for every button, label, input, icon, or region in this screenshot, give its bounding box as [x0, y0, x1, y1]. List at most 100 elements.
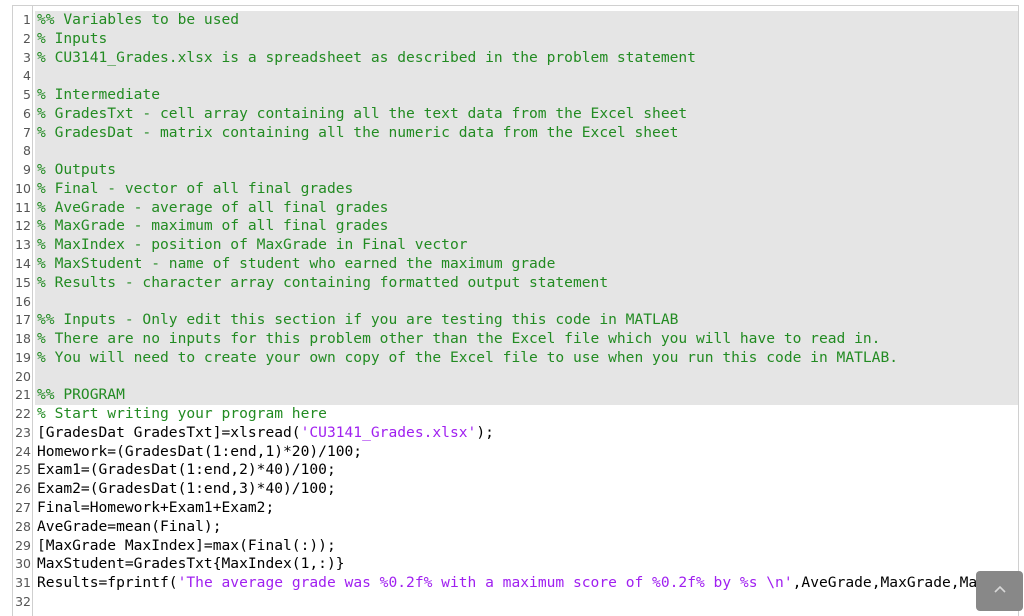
line-number: 5 [23, 87, 31, 103]
code-text[interactable] [35, 142, 1018, 162]
comment-token: % CU3141_Grades.xlsx is a spreadsheet as… [37, 48, 696, 66]
code-text[interactable]: % There are no inputs for this problem o… [35, 330, 1018, 349]
code-text[interactable]: % MaxGrade - maximum of all final grades [35, 217, 1018, 237]
code-text[interactable]: % Results - character array containing f… [35, 273, 1018, 293]
code-line[interactable]: 32 [13, 593, 1018, 612]
line-number: 28 [15, 518, 31, 534]
code-line[interactable]: 26 Exam2=(GradesDat(1:end,3)*40)/100; [13, 480, 1018, 499]
code-line[interactable]: 4 [13, 67, 1018, 87]
comment-token: % Inputs [37, 29, 108, 47]
code-text[interactable]: % CU3141_Grades.xlsx is a spreadsheet as… [35, 48, 1018, 68]
code-line[interactable]: 23 [GradesDat GradesTxt]=xlsread('CU3141_… [13, 424, 1018, 443]
code-line[interactable]: 31 Results=fprintf('The average grade was… [13, 574, 1018, 593]
code-line[interactable]: 19 % You will need to create your own cop… [13, 348, 1018, 368]
code-text[interactable]: % MaxIndex - position of MaxGrade in Fin… [35, 236, 1018, 256]
code-line[interactable]: 30 MaxStudent=GradesTxt{MaxIndex(1,:)} [13, 555, 1018, 574]
line-number: 1 [23, 12, 31, 27]
code-line[interactable]: 20 [13, 367, 1018, 387]
code-line[interactable]: 12 % MaxGrade - maximum of all final grad… [13, 217, 1018, 237]
code-text[interactable]: [MaxGrade MaxIndex]=max(Final(:)); [35, 537, 1018, 556]
code-text[interactable]: % Final - vector of all final grades [35, 179, 1018, 199]
line-number: 31 [15, 575, 31, 591]
line-number: 11 [15, 199, 31, 215]
chevron-up-icon [993, 585, 1006, 593]
code-text[interactable] [35, 292, 1018, 312]
code-line[interactable]: 3 % CU3141_Grades.xlsx is a spreadsheet a… [13, 48, 1018, 68]
code-line[interactable]: 25 Exam1=(GradesDat(1:end,2)*40)/100; [13, 461, 1018, 480]
code-text[interactable]: Results=fprintf('The average grade was %… [35, 574, 1018, 593]
line-number: 10 [15, 180, 31, 196]
comment-token: % Results - character array containing f… [37, 273, 609, 291]
code-text[interactable] [35, 593, 1018, 612]
string-token: 'The average grade was %0.2f% with a max… [177, 574, 793, 592]
plain-token: [GradesDat GradesTxt]=xlsread( [37, 423, 301, 441]
code-line[interactable]: 2 % Inputs [13, 29, 1018, 49]
code-text[interactable]: % GradesDat - matrix containing all the … [35, 123, 1018, 143]
code-text[interactable]: % Outputs [35, 161, 1018, 180]
code-text[interactable]: MaxStudent=GradesTxt{MaxIndex(1,:)} [35, 555, 1018, 574]
code-line[interactable]: 27 Final=Homework+Exam1+Exam2; [13, 499, 1018, 518]
code-text[interactable]: %% Inputs - Only edit this section if yo… [35, 311, 1018, 331]
line-number: 3 [23, 49, 31, 65]
plain-token: Exam1=(GradesDat(1:end,2)*40)/100; [37, 461, 336, 479]
code-line[interactable]: 15 % Results - character array containing… [13, 273, 1018, 293]
comment-token: %% Variables to be used [37, 11, 240, 28]
code-line[interactable]: 29 [MaxGrade MaxIndex]=max(Final(:)); [13, 537, 1018, 556]
comment-token: % GradesTxt - cell array containing all … [37, 104, 688, 122]
code-line[interactable]: 21 %% PROGRAM [13, 386, 1018, 406]
code-line[interactable]: 13 % MaxIndex - position of MaxGrade in F… [13, 236, 1018, 256]
code-text[interactable]: %% PROGRAM [35, 386, 1018, 406]
line-number: 22 [15, 406, 31, 422]
line-number: 12 [15, 218, 31, 234]
code-line[interactable]: 6 % GradesTxt - cell array containing all… [13, 104, 1018, 124]
code-editor[interactable]: 1 %% Variables to be used 2 % Inputs 3 % CU31… [12, 5, 1019, 616]
line-number: 26 [15, 481, 31, 497]
code-text[interactable]: % Start writing your program here [35, 405, 1018, 424]
plain-token: [MaxGrade MaxIndex]=max(Final(:)); [37, 536, 336, 554]
code-text[interactable]: Homework=(GradesDat(1:end,1)*20)/100; [35, 443, 1018, 462]
plain-token: ); [476, 423, 494, 441]
scroll-to-top-button[interactable] [976, 571, 1023, 611]
line-number: 30 [15, 556, 31, 572]
comment-token: % Start writing your program here [37, 405, 327, 423]
code-line[interactable]: 28 AveGrade=mean(Final); [13, 518, 1018, 537]
code-text[interactable]: [GradesDat GradesTxt]=xlsread('CU3141_Gr… [35, 424, 1018, 443]
comment-token: % MaxGrade - maximum of all final grades [37, 217, 389, 235]
code-line[interactable]: 14 % MaxStudent - name of student who ear… [13, 255, 1018, 274]
code-line[interactable]: 10 % Final - vector of all final grades [13, 179, 1018, 199]
plain-token: Final=Homework+Exam1+Exam2; [37, 499, 275, 517]
line-number: 18 [15, 331, 31, 347]
code-line[interactable]: 18 % There are no inputs for this problem… [13, 330, 1018, 349]
code-line[interactable]: 22 % Start writing your program here [13, 405, 1018, 424]
code-line[interactable]: 5 % Intermediate [13, 86, 1018, 105]
code-line[interactable]: 7 % GradesDat - matrix containing all the… [13, 123, 1018, 143]
line-number: 21 [15, 387, 31, 403]
code-line[interactable]: 16 [13, 292, 1018, 312]
code-text[interactable] [35, 367, 1018, 387]
code-line[interactable]: 9 % Outputs [13, 161, 1018, 180]
line-number: 25 [15, 462, 31, 478]
code-text[interactable]: Exam1=(GradesDat(1:end,2)*40)/100; [35, 461, 1018, 480]
code-text[interactable]: % You will need to create your own copy … [35, 348, 1018, 368]
line-number: 29 [15, 537, 31, 553]
code-text[interactable] [35, 67, 1018, 87]
comment-token: % GradesDat - matrix containing all the … [37, 123, 679, 141]
code-text[interactable]: % Inputs [35, 29, 1018, 49]
code-line[interactable]: 8 [13, 142, 1018, 162]
code-text[interactable]: Final=Homework+Exam1+Exam2; [35, 499, 1018, 518]
plain-token: ,AveGrade,MaxGrade,Ma [792, 574, 978, 592]
code-line[interactable]: 24 Homework=(GradesDat(1:end,1)*20)/100; [13, 443, 1018, 462]
code-line[interactable]: 17 %% Inputs - Only edit this section if … [13, 311, 1018, 331]
line-number: 32 [15, 593, 31, 609]
code-text[interactable]: % MaxStudent - name of student who earne… [35, 255, 1018, 274]
code-text[interactable]: AveGrade=mean(Final); [35, 518, 1018, 537]
line-number: 9 [23, 162, 31, 178]
code-text[interactable]: Exam2=(GradesDat(1:end,3)*40)/100; [35, 480, 1018, 499]
code-text[interactable]: % AveGrade - average of all final grades [35, 198, 1018, 218]
code-line[interactable]: 11 % AveGrade - average of all final grad… [13, 198, 1018, 218]
code-text[interactable]: % Intermediate [35, 86, 1018, 105]
code-text[interactable]: %% Variables to be used [35, 11, 1018, 30]
code-line[interactable]: 1 %% Variables to be used [13, 11, 1018, 30]
code-text[interactable]: % GradesTxt - cell array containing all … [35, 104, 1018, 124]
line-number: 14 [15, 256, 31, 271]
